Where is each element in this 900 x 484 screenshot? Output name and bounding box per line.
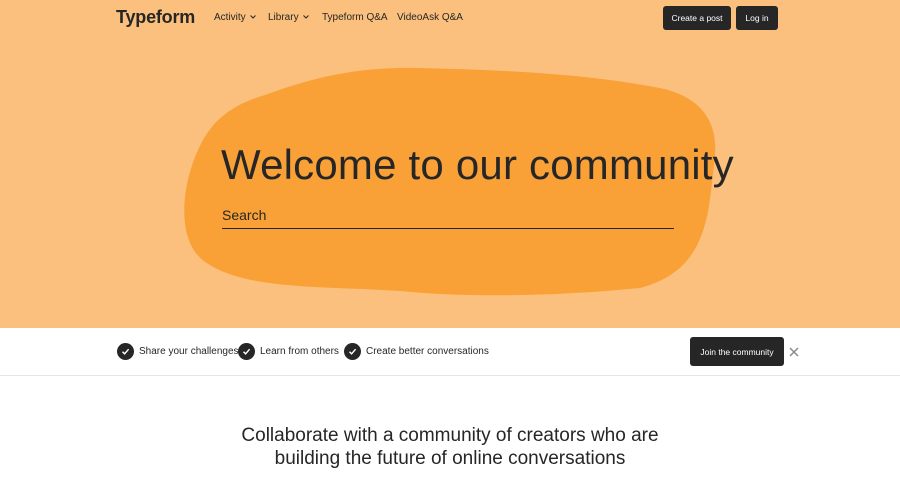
- nav-activity[interactable]: Activity: [214, 12, 257, 23]
- community-banner: Share your challenges Learn from others …: [0, 328, 900, 376]
- chevron-down-icon: [250, 15, 257, 20]
- close-icon[interactable]: [788, 346, 800, 358]
- join-community-button[interactable]: Join the community: [690, 337, 784, 366]
- login-button[interactable]: Log in: [736, 6, 778, 30]
- hero-section: Typeform Activity Library Typeform Q&A V…: [0, 0, 900, 328]
- tagline-line-1: Collaborate with a community of creators…: [241, 425, 659, 446]
- feature-label: Share your challenges: [139, 346, 239, 357]
- nav-library-label: Library: [268, 12, 299, 23]
- community-tagline: Collaborate with a community of creators…: [150, 424, 750, 470]
- top-navbar: Typeform Activity Library Typeform Q&A V…: [0, 0, 900, 36]
- nav-videoask-qa[interactable]: VideoAsk Q&A: [397, 12, 463, 23]
- typeform-logo[interactable]: Typeform: [116, 7, 195, 28]
- page-title: Welcome to our community: [221, 141, 734, 188]
- feature-learn: Learn from others: [238, 343, 339, 360]
- chevron-down-icon: [303, 15, 310, 20]
- feature-label: Create better conversations: [366, 346, 489, 357]
- search-input[interactable]: [222, 198, 674, 228]
- nav-typeform-qa[interactable]: Typeform Q&A: [322, 12, 388, 23]
- create-post-button[interactable]: Create a post: [663, 6, 731, 30]
- feature-label: Learn from others: [260, 346, 339, 357]
- tagline-line-2: building the future of online conversati…: [274, 448, 626, 469]
- search-field: [222, 198, 674, 229]
- nav-library[interactable]: Library: [268, 12, 310, 23]
- check-circle-icon: [117, 343, 134, 360]
- feature-share: Share your challenges: [117, 343, 239, 360]
- nav-activity-label: Activity: [214, 12, 246, 23]
- feature-create: Create better conversations: [344, 343, 489, 360]
- check-circle-icon: [238, 343, 255, 360]
- check-circle-icon: [344, 343, 361, 360]
